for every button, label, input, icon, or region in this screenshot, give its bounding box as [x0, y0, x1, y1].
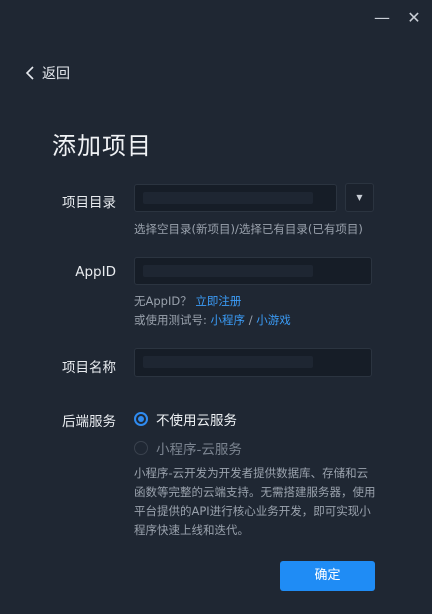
back-label: 返回 [42, 66, 70, 82]
radio-cloud-service[interactable]: 小程序-云服务 [134, 438, 242, 458]
radio-no-cloud-label: 不使用云服务 [156, 413, 237, 429]
directory-label: 项目目录 [62, 195, 116, 211]
appid-label: AppID [75, 264, 116, 280]
test-account-prefix: 或使用测试号: [134, 313, 207, 327]
no-appid-line: 无AppID？ 立即注册 [134, 293, 241, 309]
close-button[interactable]: ✕ [404, 8, 424, 28]
confirm-button[interactable]: 确定 [280, 561, 375, 591]
page-title: 添加项目 [52, 132, 152, 160]
radio-cloud-service-label: 小程序-云服务 [156, 442, 242, 458]
mini-program-test-link[interactable]: 小程序 [211, 313, 246, 327]
directory-hint: 选择空目录(新项目)/选择已有目录(已有项目) [134, 222, 363, 236]
radio-unselected-icon [134, 441, 148, 455]
dropdown-arrow-icon: ▼ [356, 193, 363, 202]
back-button[interactable]: 返回 [24, 63, 70, 83]
backend-label: 后端服务 [62, 414, 116, 430]
test-account-line: 或使用测试号: 小程序 / 小游戏 [134, 312, 291, 328]
mini-game-test-link[interactable]: 小游戏 [256, 313, 291, 327]
project-name-value [143, 356, 313, 368]
chevron-left-icon [25, 66, 34, 80]
directory-input[interactable] [134, 184, 337, 212]
appid-input[interactable] [134, 257, 372, 285]
register-link[interactable]: 立即注册 [195, 294, 241, 308]
directory-value [143, 192, 313, 204]
directory-dropdown-button[interactable]: ▼ [345, 183, 374, 212]
minimize-button[interactable]: — [372, 8, 392, 28]
test-link-separator: / [248, 313, 253, 327]
radio-no-cloud[interactable]: 不使用云服务 [134, 409, 237, 429]
radio-selected-icon [134, 412, 148, 426]
cloud-service-description: 小程序-云开发为开发者提供数据库、存储和云函数等完整的云端支持。无需搭建服务器，… [134, 466, 376, 537]
project-name-label: 项目名称 [62, 360, 116, 376]
project-name-input[interactable] [134, 348, 372, 377]
appid-value [143, 265, 313, 277]
no-appid-text: 无AppID？ [134, 294, 192, 308]
